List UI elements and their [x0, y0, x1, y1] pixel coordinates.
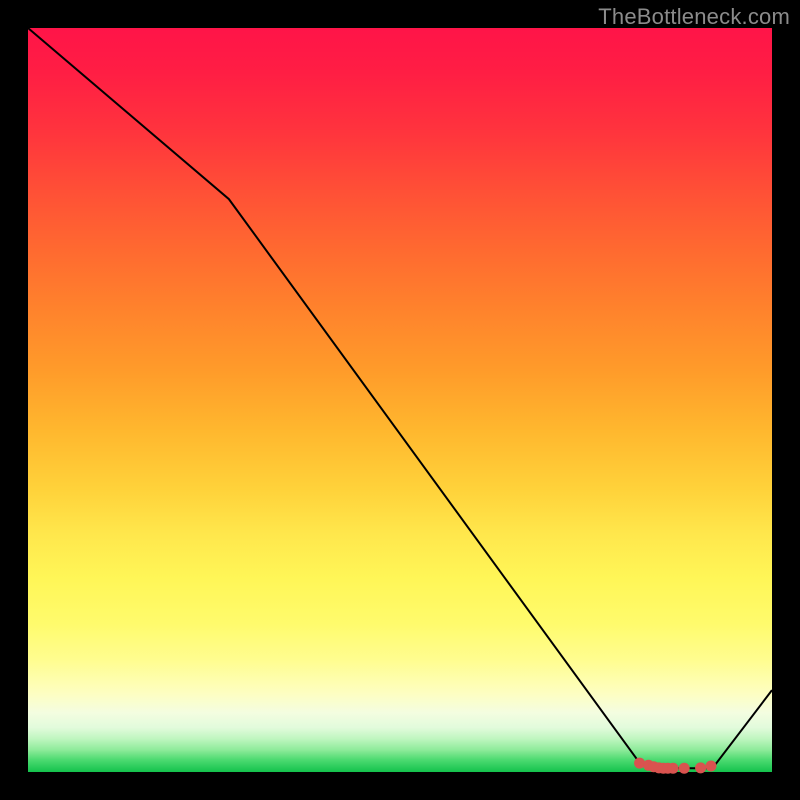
- curve-series: [28, 28, 772, 768]
- data-point: [695, 762, 706, 773]
- data-point: [705, 761, 716, 772]
- data-point-markers: [634, 758, 716, 774]
- data-point: [668, 763, 679, 774]
- main-curve: [28, 28, 772, 768]
- chart-overlay: [28, 28, 772, 772]
- data-point: [679, 763, 690, 774]
- watermark-text: TheBottleneck.com: [598, 4, 790, 30]
- chart-canvas: TheBottleneck.com: [0, 0, 800, 800]
